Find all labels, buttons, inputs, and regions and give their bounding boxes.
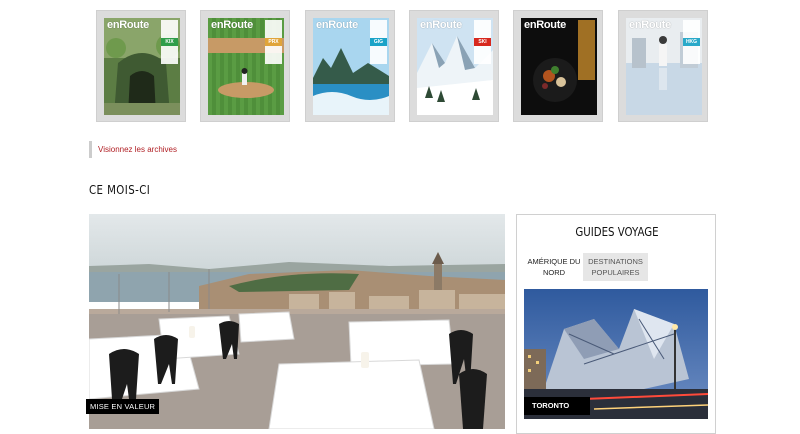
- magazine-cover-2[interactable]: enRoute PRX: [200, 10, 290, 122]
- magazine-covers: enRoute KIX enRoute PRX enRoute GIG enRo…: [96, 10, 716, 122]
- section-title: CE MOIS-CI: [89, 183, 151, 197]
- cover-logo: enRoute: [211, 19, 253, 31]
- cover-art: enRoute: [521, 18, 597, 115]
- tab-popular-destinations[interactable]: DESTINATIONS POPULAIRES: [583, 253, 648, 281]
- cover-code: PRX: [265, 38, 282, 46]
- tab-label-line1: AMÉRIQUE DU: [527, 257, 581, 266]
- cover-code: HKG: [683, 38, 700, 46]
- tab-label-line2: NORD: [542, 268, 566, 277]
- cover-art: enRoute KIX: [104, 18, 180, 115]
- cover-logo: enRoute: [629, 19, 671, 31]
- guide-city-label: TORONTO: [524, 397, 590, 415]
- cover-code: SKI: [474, 38, 491, 46]
- cover-art: enRoute GIG: [313, 18, 389, 115]
- cover-sidebar: [578, 20, 595, 80]
- cover-logo: enRoute: [420, 19, 462, 31]
- featured-badge: MISE EN VALEUR: [86, 399, 160, 414]
- magazine-cover-4[interactable]: enRoute SKI: [409, 10, 499, 122]
- featured-hero-image[interactable]: [89, 214, 505, 429]
- tab-north-america[interactable]: AMÉRIQUE DU NORD: [524, 253, 584, 281]
- magazine-cover-6[interactable]: enRoute HKG: [618, 10, 708, 122]
- cover-art: enRoute HKG: [626, 18, 702, 115]
- cover-art: enRoute PRX: [208, 18, 284, 115]
- cover-code: KIX: [161, 38, 178, 46]
- cover-art: enRoute SKI: [417, 18, 493, 115]
- cover-logo: enRoute: [107, 19, 149, 31]
- tab-label-line2: POPULAIRES: [591, 268, 640, 277]
- guides-title: GUIDES VOYAGE: [575, 225, 659, 239]
- magazine-cover-1[interactable]: enRoute KIX: [96, 10, 186, 122]
- magazine-cover-5[interactable]: enRoute: [513, 10, 603, 122]
- cover-code: GIG: [370, 38, 387, 46]
- cover-logo: enRoute: [524, 19, 566, 31]
- magazine-cover-3[interactable]: enRoute GIG: [305, 10, 395, 122]
- tab-label-line1: DESTINATIONS: [588, 257, 643, 266]
- archives-link[interactable]: Visionnez les archives: [89, 141, 177, 158]
- travel-guides-panel: GUIDES VOYAGE AMÉRIQUE DU NORD DESTINATI…: [516, 214, 716, 434]
- cover-logo: enRoute: [316, 19, 358, 31]
